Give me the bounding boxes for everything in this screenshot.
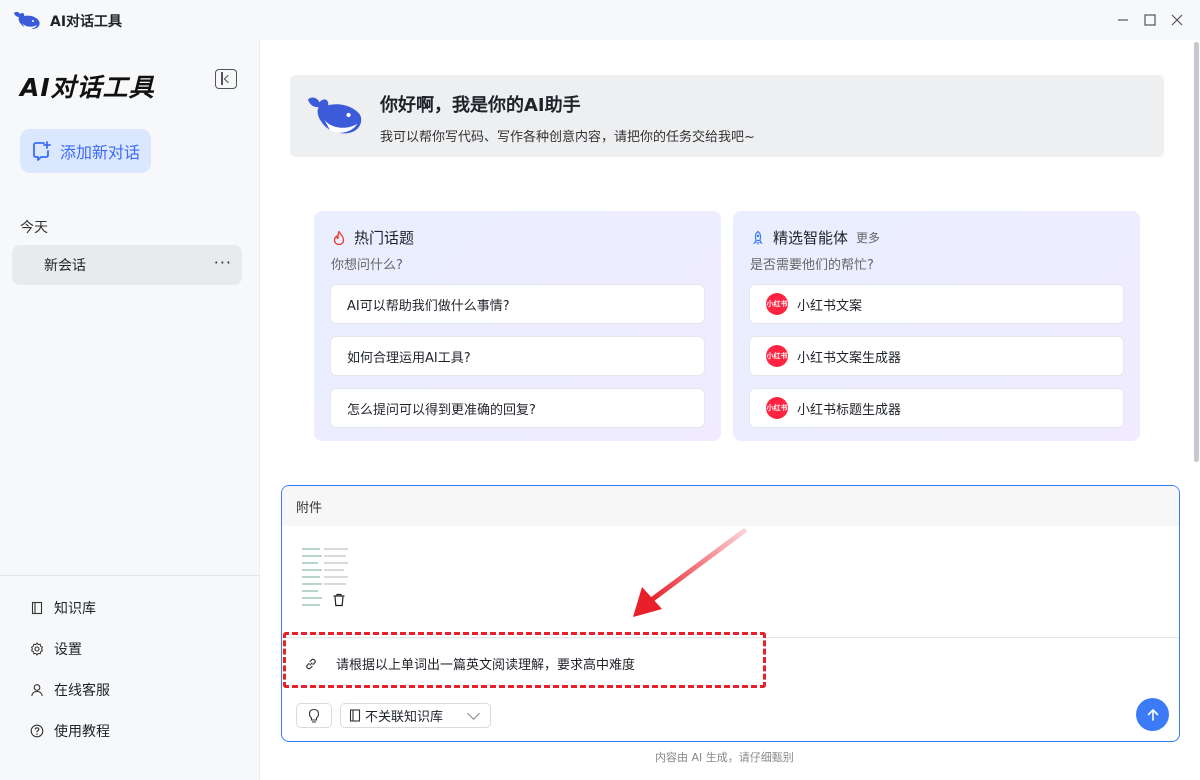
collapse-sidebar-icon[interactable]: [215, 69, 237, 89]
hot-topics-title: 热门话题: [354, 229, 415, 247]
book-icon: [30, 601, 44, 615]
topic-chip[interactable]: AI可以帮助我们做什么事情?: [330, 284, 705, 324]
sidebar-title: AI对话工具: [20, 73, 155, 102]
gear-icon: [30, 642, 44, 656]
conversation-item[interactable]: 新会话 ···: [12, 245, 242, 285]
window-title: AI对话工具: [50, 14, 123, 30]
scrollbar[interactable]: [1194, 42, 1199, 462]
sidebar-item-knowledge-base[interactable]: 知识库: [30, 598, 96, 618]
sidebar-item-label: 知识库: [54, 601, 96, 617]
more-agents-link[interactable]: 更多: [856, 229, 880, 246]
chat-plus-icon: [33, 141, 51, 161]
hot-topics-subtitle: 你想问什么?: [331, 258, 403, 273]
attachment-thumbnail[interactable]: [300, 546, 352, 612]
title-bar: AI对话工具: [0, 0, 1200, 40]
attachments-header: 附件: [282, 486, 1179, 526]
xiaohongshu-badge-icon: 小红书: [766, 397, 788, 419]
suggestion-button[interactable]: [296, 703, 332, 728]
chevron-down-icon: [467, 707, 480, 720]
annotation-arrow-icon: [633, 528, 747, 617]
topic-label: 怎么提问可以得到更准确的回复?: [347, 402, 536, 418]
agent-chip[interactable]: 小红书 小红书文案生成器: [749, 336, 1124, 376]
send-button[interactable]: [1136, 698, 1169, 731]
arrow-up-icon: [1147, 708, 1158, 721]
agent-chip[interactable]: 小红书 小红书文案: [749, 284, 1124, 324]
close-icon: [1171, 14, 1183, 26]
minimize-icon: [1118, 19, 1128, 21]
agent-label: 小红书文案: [797, 298, 863, 314]
maximize-icon: [1144, 14, 1156, 26]
close-button[interactable]: [1168, 11, 1186, 29]
rocket-icon: [753, 230, 763, 244]
knowledge-base-label: 不关联知识库: [365, 710, 444, 725]
sidebar-item-settings[interactable]: 设置: [30, 639, 82, 659]
agent-label: 小红书标题生成器: [797, 402, 902, 418]
greeting-banner: 你好啊，我是你的AI助手 我可以帮你写代码、写作各种创意内容，请把你的任务交给我…: [290, 75, 1164, 157]
greeting-subtitle: 我可以帮你写代码、写作各种创意内容，请把你的任务交给我吧~: [380, 130, 755, 145]
disclaimer-text: 内容由 AI 生成，请仔细甄别: [655, 751, 794, 764]
sidebar-item-support[interactable]: 在线客服: [30, 680, 110, 700]
agent-chip[interactable]: 小红书 小红书标题生成器: [749, 388, 1124, 428]
maximize-button[interactable]: [1141, 11, 1159, 29]
topic-label: AI可以帮助我们做什么事情?: [347, 298, 510, 314]
topic-chip[interactable]: 怎么提问可以得到更准确的回复?: [330, 388, 705, 428]
xiaohongshu-badge-icon: 小红书: [766, 293, 788, 315]
more-options-icon[interactable]: ···: [214, 253, 232, 272]
sidebar-item-label: 使用教程: [54, 724, 110, 740]
greeting-title: 你好啊，我是你的AI助手: [380, 95, 581, 116]
agents-subtitle: 是否需要他们的帮忙?: [750, 258, 874, 273]
lightbulb-icon: [308, 708, 320, 723]
sidebar: AI对话工具 添加新对话 今天 新会话 ··· 知识库 设置 在线客服 使用教程: [0, 40, 260, 780]
fire-icon: [333, 230, 345, 245]
help-icon: [30, 724, 44, 738]
conversation-label: 新会话: [44, 258, 86, 274]
agent-label: 小红书文案生成器: [797, 350, 902, 366]
agents-title: 精选智能体: [773, 229, 849, 247]
book-icon: [349, 709, 361, 722]
topic-label: 如何合理运用AI工具?: [347, 350, 471, 366]
knowledge-base-select[interactable]: 不关联知识库: [340, 703, 491, 728]
xiaohongshu-badge-icon: 小红书: [766, 345, 788, 367]
sidebar-item-label: 在线客服: [54, 683, 110, 699]
minimize-button[interactable]: [1114, 11, 1132, 29]
user-icon: [30, 683, 44, 697]
whale-logo-icon: [14, 11, 40, 29]
new-chat-button[interactable]: 添加新对话: [20, 129, 151, 173]
attachments-label: 附件: [296, 500, 323, 516]
agents-card: 精选智能体 更多 是否需要他们的帮忙? 小红书 小红书文案 小红书 小红书文案生…: [733, 211, 1140, 441]
new-chat-label: 添加新对话: [60, 143, 141, 162]
sidebar-item-label: 设置: [54, 642, 82, 658]
annotation-highlight-box: [283, 632, 766, 688]
sidebar-divider: [0, 575, 259, 576]
hot-topics-card: 热门话题 你想问什么? AI可以帮助我们做什么事情? 如何合理运用AI工具? 怎…: [314, 211, 721, 441]
whale-mascot-icon: [307, 97, 362, 134]
sidebar-item-tutorial[interactable]: 使用教程: [30, 721, 110, 741]
trash-icon[interactable]: [332, 593, 346, 607]
section-today: 今天: [20, 220, 48, 236]
topic-chip[interactable]: 如何合理运用AI工具?: [330, 336, 705, 376]
